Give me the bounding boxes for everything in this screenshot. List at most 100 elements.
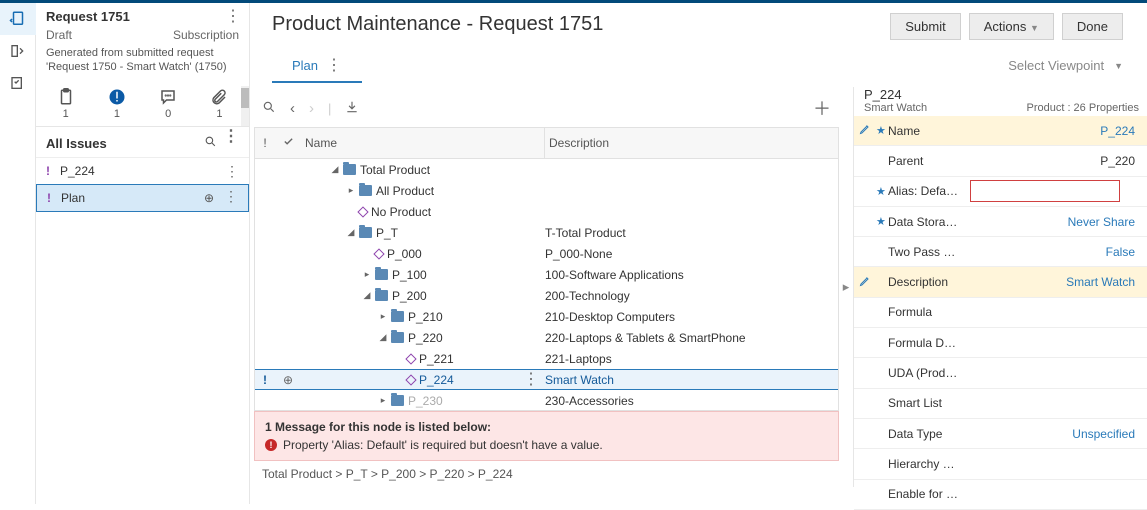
property-row[interactable]: Formula <box>854 298 1147 328</box>
node-desc: Smart Watch <box>545 373 838 387</box>
counters-scrollbar[interactable] <box>241 86 249 126</box>
tab-menu-icon[interactable] <box>326 64 342 68</box>
expand-icon[interactable]: ◢ <box>379 332 387 343</box>
property-row[interactable]: Enable for … <box>854 480 1147 510</box>
expand-icon[interactable]: ◢ <box>331 164 339 175</box>
search-icon[interactable] <box>262 100 276 117</box>
issues-header: All Issues <box>46 136 107 151</box>
collapse-handle-icon[interactable]: ▸ <box>839 87 853 487</box>
issue-row-menu-icon[interactable]: ⋮ <box>221 166 243 176</box>
viewpoint-select[interactable]: Select Viewpoint ▼ <box>1008 58 1123 73</box>
property-row[interactable]: DescriptionSmart Watch <box>854 267 1147 297</box>
tab-plan[interactable]: Plan <box>272 48 362 83</box>
done-button[interactable]: Done <box>1062 13 1123 40</box>
node-label: P_210 <box>408 310 443 324</box>
expand-icon[interactable]: ◢ <box>363 290 371 301</box>
alias-input[interactable] <box>970 180 1120 202</box>
diamond-icon <box>357 206 368 217</box>
col-name[interactable]: Name <box>301 128 545 158</box>
rail-request-icon[interactable] <box>0 3 36 35</box>
property-row[interactable]: Formula D… <box>854 328 1147 358</box>
next-icon[interactable]: › <box>309 100 314 117</box>
col-check[interactable] <box>275 128 301 158</box>
col-marker[interactable]: ! <box>255 128 275 158</box>
props-id: P_224 <box>864 87 1139 102</box>
node-label: P_100 <box>392 268 427 282</box>
tree-row[interactable]: ▸P_230230-Accessories <box>255 390 838 411</box>
tree-row[interactable]: ◢ Total Product <box>255 159 838 180</box>
prop-label: UDA (Prod… <box>888 366 970 380</box>
error-panel: 1 Message for this node is listed below:… <box>254 411 839 461</box>
property-row[interactable]: ParentP_220 <box>854 146 1147 176</box>
node-desc: 221-Laptops <box>545 352 838 366</box>
property-row[interactable]: ★Alias: Defa… <box>854 177 1147 207</box>
tree-row[interactable]: ◢P_TT-Total Product <box>255 222 838 243</box>
required-icon: ★ <box>876 185 888 198</box>
prop-label: Data Stora… <box>888 215 970 229</box>
submit-button[interactable]: Submit <box>890 13 960 40</box>
add-node-icon[interactable]: ＋ <box>813 95 831 121</box>
folder-icon <box>375 290 388 301</box>
prev-icon[interactable]: ‹ <box>290 100 295 117</box>
tree-row[interactable]: ◢P_200200-Technology <box>255 285 838 306</box>
tree-row[interactable]: ▸All Product <box>255 180 838 201</box>
required-icon: ★ <box>876 215 888 228</box>
request-description: Generated from submitted request 'Reques… <box>36 46 249 84</box>
rail-panel-icon[interactable] <box>0 35 36 67</box>
add-issue-icon[interactable]: ⊕ <box>204 191 214 205</box>
rail-checklist-icon[interactable] <box>0 67 36 99</box>
node-desc: 100-Software Applications <box>545 268 838 282</box>
prop-label: Parent <box>888 154 970 168</box>
main: Product Maintenance - Request 1751 Submi… <box>250 3 1147 504</box>
prop-label: Alias: Defa… <box>888 184 970 198</box>
prop-label: Hierarchy … <box>888 457 970 471</box>
prop-value: P_220 <box>970 154 1147 168</box>
edit-icon[interactable] <box>854 123 876 138</box>
tree-row[interactable]: ◢P_220220-Laptops & Tablets & SmartPhone <box>255 327 838 348</box>
counter-items[interactable]: 1 <box>42 88 89 120</box>
counter-issues[interactable]: 1 <box>93 88 140 120</box>
node-label: Total Product <box>360 163 430 177</box>
folder-icon <box>391 311 404 322</box>
folder-icon <box>391 395 404 406</box>
chevron-down-icon: ▼ <box>1030 23 1039 33</box>
property-row[interactable]: Data TypeUnspecified <box>854 419 1147 449</box>
prop-label: Description <box>888 275 970 289</box>
expand-icon[interactable]: ▸ <box>379 311 387 322</box>
breadcrumb: Total Product > P_T > P_200 > P_220 > P_… <box>254 461 839 487</box>
issues-search-icon[interactable] <box>204 135 217 151</box>
tree-row[interactable]: ▸ P_100 100-Software Applications <box>255 264 838 285</box>
property-row[interactable]: Smart List <box>854 389 1147 419</box>
download-icon[interactable] <box>345 100 359 117</box>
issue-row[interactable]: !P_224 ⋮ <box>36 157 249 184</box>
expand-icon[interactable]: ▸ <box>347 185 355 196</box>
prop-value: Never Share <box>970 215 1147 229</box>
prop-label: Formula <box>888 305 970 319</box>
row-menu-icon[interactable] <box>523 378 539 382</box>
issues-menu-icon[interactable] <box>223 135 239 151</box>
actions-button[interactable]: Actions ▼ <box>969 13 1054 40</box>
node-label: P_221 <box>419 352 454 366</box>
counter-attachments[interactable]: 1 <box>196 88 243 120</box>
expand-icon[interactable]: ▸ <box>363 269 371 280</box>
tree-row[interactable]: P_000P_000-None <box>255 243 838 264</box>
expand-icon[interactable]: ▸ <box>379 395 387 406</box>
issue-row-menu-icon[interactable]: ⋮ <box>220 191 242 205</box>
tree-row[interactable]: ▸P_210210-Desktop Computers <box>255 306 838 327</box>
counter-comments[interactable]: 0 <box>145 88 192 120</box>
tree-row[interactable]: P_221 221-Laptops <box>255 348 838 369</box>
tree-row[interactable]: !⊕P_224Smart Watch <box>255 369 838 390</box>
expand-icon[interactable]: ◢ <box>347 227 355 238</box>
node-label: P_T <box>376 226 398 240</box>
request-menu-icon[interactable] <box>225 15 241 19</box>
property-row[interactable]: Hierarchy … <box>854 449 1147 479</box>
edit-icon[interactable] <box>854 275 876 290</box>
property-row[interactable]: ★Data Stora…Never Share <box>854 207 1147 237</box>
tree-row[interactable]: No Product <box>255 201 838 222</box>
property-row[interactable]: ★NameP_224 <box>854 116 1147 146</box>
property-row[interactable]: Two Pass …False <box>854 237 1147 267</box>
issue-row[interactable]: !Plan ⊕ ⋮ <box>36 184 249 212</box>
property-row[interactable]: UDA (Prod… <box>854 358 1147 388</box>
col-desc[interactable]: Description <box>545 128 838 158</box>
error-icon: ! <box>265 439 277 451</box>
